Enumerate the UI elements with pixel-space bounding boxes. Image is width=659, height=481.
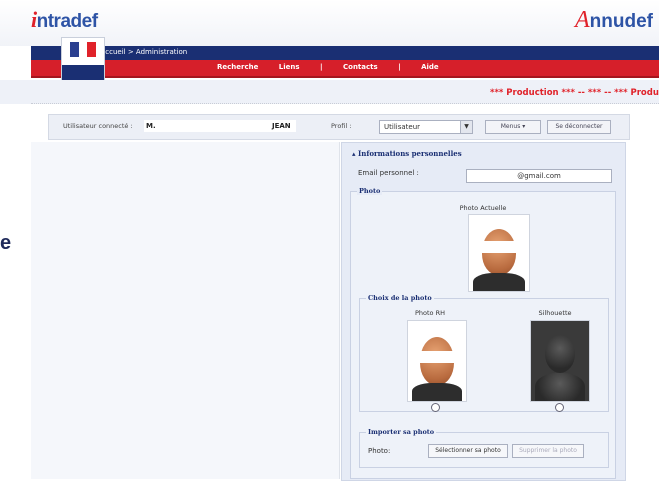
logout-button[interactable]: Se déconnecter — [547, 120, 611, 134]
user-bar: Utilisateur connecté : M. JEAN Profil : … — [48, 114, 630, 140]
nav-liens[interactable]: Liens — [279, 63, 300, 71]
chevron-down-icon: ▾ — [522, 123, 526, 130]
section-title[interactable]: ▴ Informations personnelles — [352, 149, 462, 158]
collapse-icon[interactable]: ▴ — [352, 149, 356, 158]
main-nav: Recherche Liens | Contacts | Aide — [217, 63, 457, 71]
import-photo-legend: Importer sa photo — [366, 428, 437, 436]
breadcrumb-bar: accueil > Administration — [31, 46, 659, 60]
email-label: Email personnel : — [358, 169, 419, 177]
production-banner: *** Production *** -- *** -- *** Product… — [490, 88, 659, 98]
import-photo-fieldset: Importer sa photo Photo: Sélectionner sa… — [359, 428, 609, 468]
intradef-logo[interactable]: intradef — [31, 7, 98, 33]
profile-label: Profil : — [331, 122, 352, 130]
production-banner-row: *** Production *** -- *** -- *** Product… — [0, 80, 659, 104]
nav-contacts[interactable]: Contacts — [343, 63, 378, 71]
annudef-logo[interactable]: Annudef — [575, 7, 653, 34]
partial-side-text: e — [0, 232, 12, 254]
french-flag-icon — [70, 42, 97, 57]
main-nav-bar: Recherche Liens | Contacts | Aide — [31, 60, 659, 78]
nav-separator: | — [320, 63, 323, 71]
chevron-down-icon[interactable]: ▼ — [460, 121, 472, 133]
personal-info-panel: ▴ Informations personnelles Email person… — [341, 142, 626, 481]
menu-button[interactable]: Menus ▾ — [485, 120, 541, 134]
nav-recherche[interactable]: Recherche — [217, 63, 258, 71]
import-photo-label: Photo: — [368, 447, 391, 455]
delete-photo-button[interactable]: Supprimer la photo — [512, 444, 584, 458]
current-photo — [468, 214, 530, 292]
silhouette-image[interactable] — [530, 320, 590, 402]
silhouette-radio[interactable] — [555, 403, 564, 412]
connected-user-label: Utilisateur connecté : — [63, 122, 133, 130]
connected-user-lastname: JEAN — [272, 122, 291, 130]
nav-separator: | — [398, 63, 401, 71]
photo-rh-radio[interactable] — [431, 403, 440, 412]
profile-select[interactable]: Utilisateur ▼ — [379, 120, 473, 134]
photo-rh-image[interactable] — [407, 320, 467, 402]
photo-legend: Photo — [357, 187, 383, 195]
nav-aide[interactable]: Aide — [421, 63, 439, 71]
silhouette-label: Silhouette — [538, 309, 572, 317]
divider — [31, 103, 659, 104]
photo-choice-legend: Choix de la photo — [366, 294, 434, 302]
photo-fieldset: Photo Photo Actuelle Choix de la photo P… — [350, 187, 616, 479]
left-pane — [31, 142, 340, 479]
current-photo-label: Photo Actuelle — [459, 204, 507, 212]
email-field[interactable]: @gmail.com — [466, 169, 612, 183]
select-photo-button[interactable]: Sélectionner sa photo — [428, 444, 508, 458]
photo-choice-fieldset: Choix de la photo Photo RH Silhouette — [359, 294, 609, 412]
photo-rh-label: Photo RH — [414, 309, 445, 317]
breadcrumb[interactable]: accueil > Administration — [101, 48, 187, 56]
